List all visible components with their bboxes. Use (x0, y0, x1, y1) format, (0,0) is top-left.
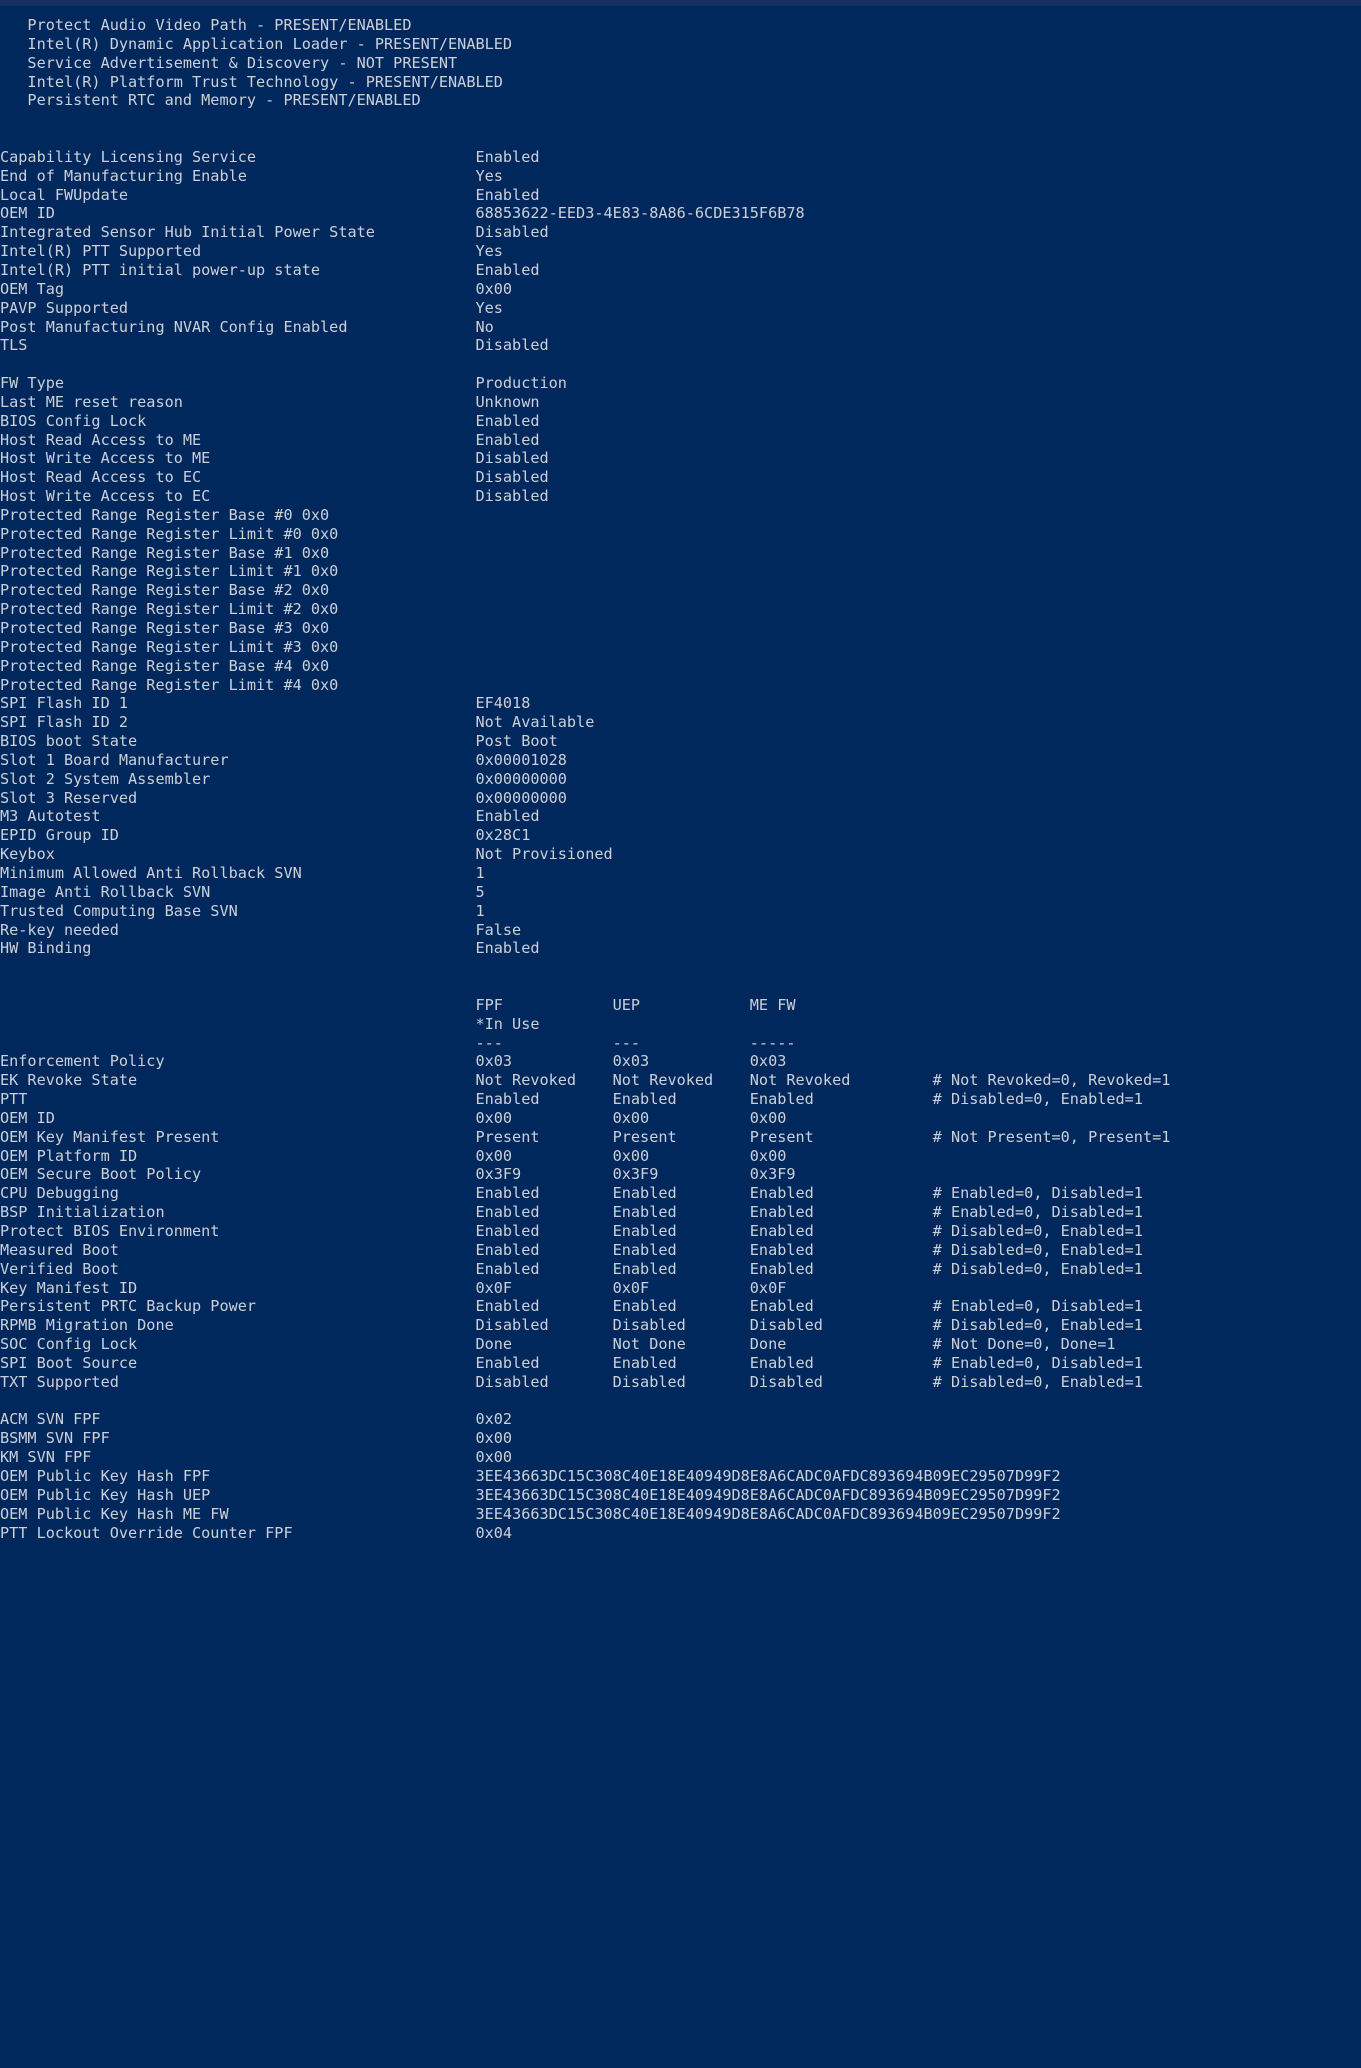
terminal-window: Protect Audio Video Path - PRESENT/ENABL… (0, 0, 1361, 2068)
terminal-output-area[interactable]: Protect Audio Video Path - PRESENT/ENABL… (0, 6, 1361, 1542)
terminal-text-output: Protect Audio Video Path - PRESENT/ENABL… (0, 16, 1171, 1542)
